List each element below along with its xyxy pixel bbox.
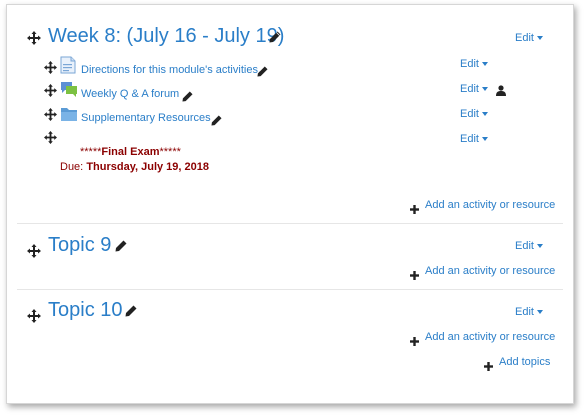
folder-icon xyxy=(60,106,77,122)
caret-down-icon xyxy=(481,112,488,117)
course-content-panel: Week 8: (July 16 - July 19) Edit Directi… xyxy=(6,4,574,404)
edit-pencil-icon[interactable] xyxy=(257,64,269,77)
edit-title-pencil-icon[interactable] xyxy=(125,304,137,317)
activity-link-directions[interactable]: Directions for this module's activities. xyxy=(81,63,261,77)
caret-down-icon xyxy=(536,244,543,249)
activity-link-forum[interactable]: Weekly Q & A forum xyxy=(81,87,179,101)
plus-icon[interactable] xyxy=(484,358,493,371)
edit-label: Edit xyxy=(515,306,534,318)
forum-icon xyxy=(60,81,77,97)
plus-icon[interactable] xyxy=(410,201,419,214)
section-divider xyxy=(17,223,563,224)
edit-pencil-icon[interactable] xyxy=(211,113,223,126)
caret-down-icon xyxy=(481,137,488,142)
due-date-label: Due: Thursday, July 19, 2018 xyxy=(60,161,209,173)
edit-label: Edit xyxy=(460,58,479,70)
edit-label: Edit xyxy=(460,83,479,95)
add-activity-link[interactable]: Add an activity or resource xyxy=(425,330,555,344)
move-icon[interactable] xyxy=(27,244,41,258)
section-title[interactable]: Week 8: (July 16 - July 19) xyxy=(48,24,284,48)
move-icon[interactable] xyxy=(44,131,58,145)
move-icon[interactable] xyxy=(27,31,41,45)
user-icon[interactable] xyxy=(496,83,506,96)
edit-label: Edit xyxy=(460,108,479,120)
edit-label: Edit xyxy=(515,32,534,44)
page-icon xyxy=(60,56,76,74)
stars-text: ***** xyxy=(80,146,102,158)
caret-down-icon xyxy=(481,87,488,92)
section-divider xyxy=(17,289,563,290)
activity-edit-menu[interactable]: Edit xyxy=(460,107,488,121)
caret-down-icon xyxy=(481,62,488,67)
caret-down-icon xyxy=(536,310,543,315)
edit-title-pencil-icon[interactable] xyxy=(115,239,127,252)
label-edit-menu[interactable]: Edit xyxy=(460,132,488,146)
edit-pencil-icon[interactable] xyxy=(182,89,194,102)
plus-icon[interactable] xyxy=(410,267,419,280)
due-date: Thursday, July 19, 2018 xyxy=(86,161,210,173)
move-icon[interactable] xyxy=(44,61,58,75)
plus-icon[interactable] xyxy=(410,333,419,346)
due-prefix: Due: xyxy=(60,161,84,173)
activity-edit-menu[interactable]: Edit xyxy=(460,57,488,71)
final-exam-text: Final Exam xyxy=(101,146,160,158)
activity-edit-menu[interactable]: Edit xyxy=(460,82,488,96)
move-icon[interactable] xyxy=(27,309,41,323)
final-exam-label: *****Final Exam***** xyxy=(80,146,181,158)
section-title[interactable]: Topic 10 xyxy=(48,298,123,322)
section-edit-menu[interactable]: Edit xyxy=(515,305,543,319)
add-activity-link[interactable]: Add an activity or resource xyxy=(425,198,555,212)
section-edit-menu[interactable]: Edit xyxy=(515,239,543,253)
add-activity-link[interactable]: Add an activity or resource xyxy=(425,264,555,278)
activity-link-resources[interactable]: Supplementary Resources xyxy=(81,111,211,125)
move-icon[interactable] xyxy=(44,108,58,122)
section-edit-menu[interactable]: Edit xyxy=(515,31,543,45)
edit-title-pencil-icon[interactable] xyxy=(269,30,281,43)
edit-label: Edit xyxy=(460,133,479,145)
section-title[interactable]: Topic 9 xyxy=(48,233,111,257)
move-icon[interactable] xyxy=(44,84,58,98)
edit-label: Edit xyxy=(515,240,534,252)
add-topics-link[interactable]: Add topics xyxy=(499,355,550,369)
stars-text: ***** xyxy=(159,146,181,158)
caret-down-icon xyxy=(536,36,543,41)
